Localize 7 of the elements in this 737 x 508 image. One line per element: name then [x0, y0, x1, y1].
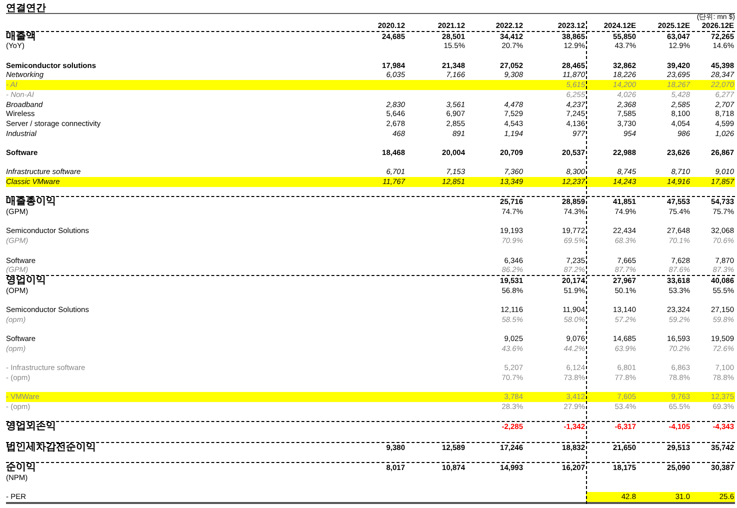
row-label: 매출액 — [6, 32, 37, 42]
row-label: 법인세차감전순이익 — [6, 442, 97, 452]
row-label: 영업외손익 — [6, 422, 57, 432]
row-label: 매출총이익 — [6, 197, 57, 208]
table-title: 연결연간 — [6, 3, 46, 14]
row-label: 순이익 — [6, 462, 37, 473]
row-label: 영업이익 — [6, 276, 47, 286]
